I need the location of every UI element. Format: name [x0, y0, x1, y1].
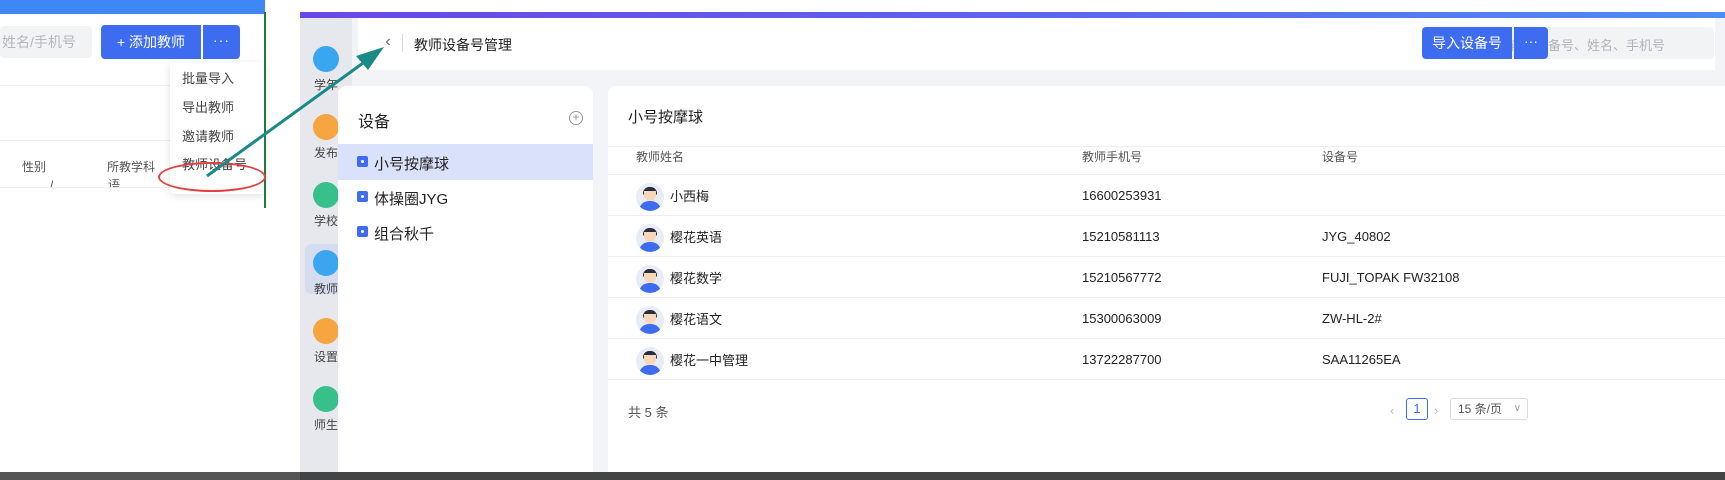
device-teacher-table-panel: 小号按摩球 教师姓名 教师手机号 设备号 小西梅 16600253931 樱花英…	[608, 86, 1725, 480]
row-cell-gender: /	[50, 179, 54, 187]
cell-phone: 13722287700	[1082, 352, 1162, 367]
row-cell-subject: 语	[108, 179, 121, 187]
device-label: 体操圈JYG	[374, 191, 449, 208]
device-label: 组合秋千	[374, 226, 435, 243]
column-header-phone: 教师手机号	[1082, 150, 1143, 164]
school-icon	[313, 182, 339, 208]
page-title: 教师设备号管理	[414, 37, 512, 53]
prev-page-icon[interactable]: ‹	[1390, 403, 1394, 418]
menu-item-export-teachers[interactable]: 导出教师	[182, 97, 234, 116]
add-teacher-button[interactable]: + 添加教师	[101, 25, 201, 59]
teacher-list-fragment: 姓名/手机号 + 添加教师 ··· 性别 所教学科 / 语 批量导入 导出教师 …	[0, 0, 265, 480]
cell-device: JYG_40802	[1322, 229, 1391, 244]
device-item[interactable]: 组合秋千	[338, 214, 593, 250]
top-accent-bar	[0, 0, 265, 14]
avatar	[636, 347, 664, 375]
table-row[interactable]: 樱花语文 15300063009 ZW-HL-2#	[608, 298, 1725, 339]
column-header-subject: 所教学科	[107, 160, 156, 174]
table-row[interactable]: 樱花一中管理 13722287700 SAA11265EA	[608, 339, 1725, 380]
cell-name: 小西梅	[670, 189, 710, 204]
window-bottom-edge	[300, 472, 1725, 480]
teacher-search-input[interactable]: 姓名/手机号	[0, 26, 92, 58]
device-list-panel: 设备 + 小号按摩球 体操圈JYG 组合秋千	[338, 86, 593, 480]
cell-phone: 15210567772	[1082, 270, 1162, 285]
publish-icon	[313, 114, 339, 140]
table-title: 小号按摩球	[628, 109, 704, 126]
cell-device: SAA11265EA	[1322, 352, 1401, 367]
more-actions-button[interactable]: ···	[203, 25, 240, 59]
device-item[interactable]: 小号按摩球	[338, 144, 593, 180]
column-header-gender: 性别	[22, 160, 47, 174]
device-panel-title: 设备	[358, 114, 391, 131]
import-device-button[interactable]: 导入设备号	[1422, 27, 1512, 59]
page-size-select[interactable]: 15 条/页 ∨	[1450, 398, 1528, 420]
divider	[608, 146, 1725, 147]
highlight-ellipse	[158, 162, 266, 192]
avatar	[636, 224, 664, 252]
cell-name: 樱花一中管理	[670, 353, 749, 368]
device-label: 小号按摩球	[374, 156, 450, 173]
page-number[interactable]: 1	[1406, 398, 1428, 420]
add-device-icon[interactable]: +	[569, 111, 583, 125]
device-icon	[357, 226, 368, 237]
cell-name: 樱花数学	[670, 271, 723, 286]
divider	[402, 34, 403, 52]
menu-item-invite-teachers[interactable]: 邀请教师	[182, 126, 234, 145]
table-row[interactable]: 小西梅 16600253931	[608, 175, 1725, 216]
next-page-icon[interactable]: ›	[1434, 403, 1438, 418]
window-bottom-edge	[0, 472, 300, 480]
settings-icon	[313, 318, 339, 344]
total-count: 共 5 条	[628, 405, 669, 420]
screenshot-root: 姓名/手机号 + 添加教师 ··· 性别 所教学科 / 语 批量导入 导出教师 …	[0, 0, 1725, 480]
teacher-icon	[313, 250, 339, 276]
table-row[interactable]: 樱花数学 15210567772 FUJI_TOPAK FW32108	[608, 257, 1725, 298]
page-size-value: 15 条/页	[1458, 402, 1503, 416]
avatar	[636, 306, 664, 334]
cell-name: 樱花语文	[670, 312, 723, 327]
cell-phone: 15300063009	[1082, 311, 1162, 326]
chevron-down-icon: ∨	[1513, 403, 1521, 414]
cell-phone: 16600253931	[1082, 188, 1162, 203]
device-icon	[357, 191, 368, 202]
menu-item-batch-import[interactable]: 批量导入	[182, 68, 234, 87]
cell-phone: 15210581113	[1082, 229, 1160, 244]
cell-device: FUJI_TOPAK FW32108	[1322, 270, 1460, 285]
cell-name: 樱花英语	[670, 230, 723, 245]
school-year-icon	[313, 46, 339, 72]
window-top	[300, 0, 1725, 12]
back-chevron-icon[interactable]: ‹	[378, 32, 398, 52]
column-header-name: 教师姓名	[636, 150, 685, 164]
device-icon	[357, 156, 368, 167]
column-header-device: 设备号	[1322, 150, 1359, 164]
device-management-app: 学年 发布 学校 教师 设置 师生 ‹ 教师设备号管理 请输入设备号、姓名、手机…	[300, 0, 1725, 480]
teacher-student-icon	[313, 386, 339, 412]
device-item[interactable]: 体操圈JYG	[338, 179, 593, 215]
header-more-button[interactable]: ···	[1514, 27, 1548, 59]
table-row[interactable]: 樱花英语 15210581113 JYG_40802	[608, 216, 1725, 257]
avatar	[636, 265, 664, 293]
divider	[608, 379, 1725, 380]
avatar	[636, 183, 664, 211]
cell-device: ZW-HL-2#	[1322, 311, 1382, 326]
